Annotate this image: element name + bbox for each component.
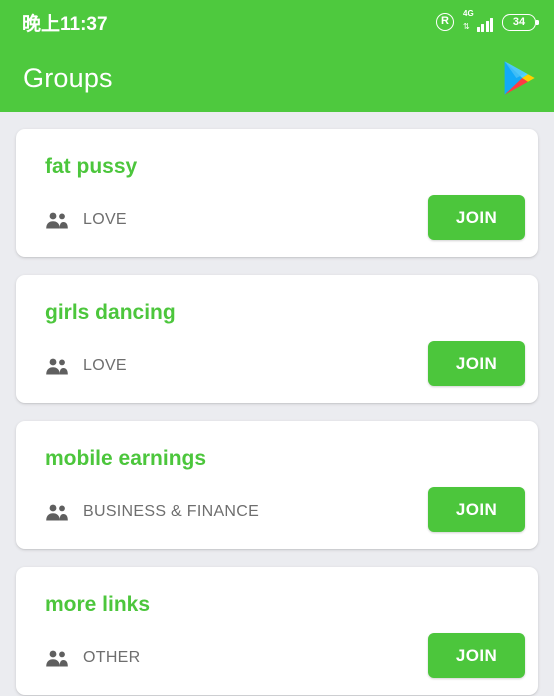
group-card[interactable]: fat pussy LOVE JOIN [16,129,538,257]
data-transfer-icon: ⇅ [463,22,470,31]
signal-strength-icon: 4G ⇅ [463,9,493,32]
people-icon [46,212,68,228]
join-button[interactable]: JOIN [428,341,525,386]
people-icon [46,650,68,666]
status-bar-clock: 晚上11:37 [22,13,108,35]
network-type-label: 4G [463,9,474,18]
group-card[interactable]: mobile earnings BUSINESS & FINANCE JOIN [16,421,538,549]
status-bar-indicators: R 4G ⇅ 34 [436,9,539,32]
group-name: girls dancing [45,301,176,324]
group-meta: OTHER [45,649,141,667]
group-card[interactable]: more links OTHER JOIN [16,567,538,695]
people-icon [46,358,68,374]
group-meta: BUSINESS & FINANCE [45,503,259,521]
join-button[interactable]: JOIN [428,195,525,240]
battery-icon: 34 [502,13,539,31]
app-screen: 晚上11:37 R 4G ⇅ 34 Groups fat pussy LOVE … [0,0,554,696]
battery-level-label: 34 [512,15,526,28]
group-name: more links [45,593,151,616]
page-title: Groups [23,62,113,93]
signal-bars [476,18,493,32]
group-card[interactable]: girls dancing LOVE JOIN [16,275,538,403]
group-meta: LOVE [45,211,127,229]
title-bar: Groups [0,44,554,112]
group-name: mobile earnings [45,447,207,470]
people-icon [46,504,68,520]
group-category: LOVE [83,211,127,228]
group-category: OTHER [83,649,141,666]
roaming-icon: R [436,13,454,31]
group-name: fat pussy [45,155,138,178]
group-category: BUSINESS & FINANCE [83,503,260,520]
group-category: LOVE [83,357,127,374]
app-bar: 晚上11:37 R 4G ⇅ 34 Groups [0,0,554,112]
status-bar: 晚上11:37 R 4G ⇅ 34 [0,0,554,44]
play-store-icon[interactable] [498,58,538,98]
join-button[interactable]: JOIN [428,487,525,532]
group-list[interactable]: fat pussy LOVE JOIN girls dancing LOVE J… [0,112,554,696]
join-button[interactable]: JOIN [428,633,525,678]
group-meta: LOVE [45,357,127,375]
